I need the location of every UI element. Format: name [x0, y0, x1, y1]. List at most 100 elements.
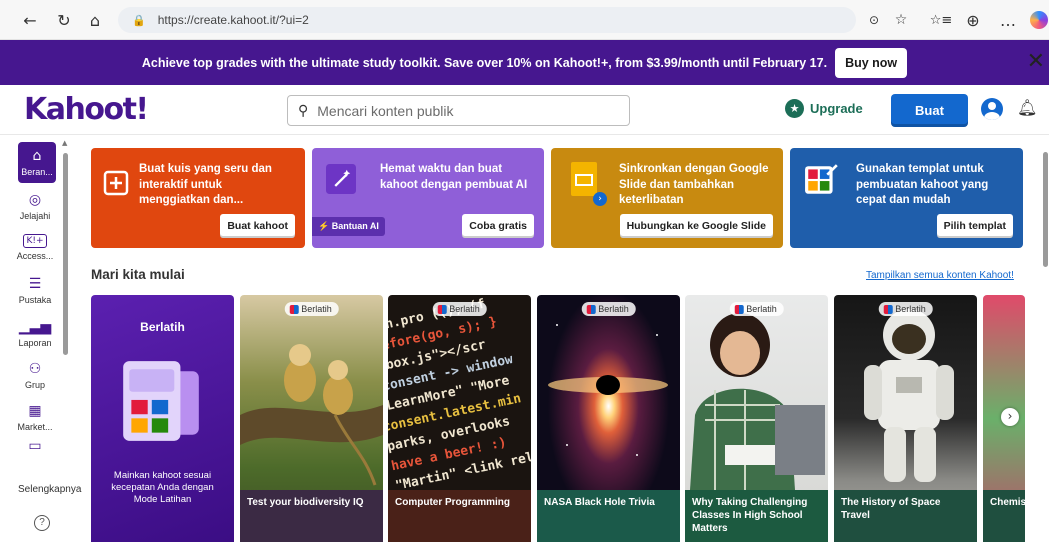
sidebar-item-label: Pustaka	[18, 295, 52, 305]
card-create-kahoot[interactable]: Buat kuis yang seru dan interaktif untuk…	[91, 148, 305, 248]
sidebar-item-marketplace[interactable]: ▦ Market...	[12, 403, 58, 432]
choose-template-button[interactable]: Pilih templat	[936, 214, 1013, 238]
bell-icon[interactable]: 🔔︎	[1017, 98, 1037, 117]
plus-square-icon	[103, 170, 129, 196]
card-text: Hemat waktu dan buat kahoot dengan pembu…	[380, 163, 528, 191]
copilot-icon[interactable]	[1030, 11, 1048, 29]
tile-computer-programming[interactable]: lion.pro ((); (f tBefore(go, s); } htbox…	[388, 295, 531, 542]
student-image	[690, 313, 825, 490]
tile-black-hole[interactable]: Berlatih NASA Black Hole Trivia	[537, 295, 680, 542]
scroll-up-icon[interactable]: ▲	[62, 139, 67, 147]
connect-google-slides-button[interactable]: Hubungkan ke Google Slide	[619, 214, 773, 238]
ai-badge-label: Bantuan AI	[331, 221, 379, 231]
download-icon[interactable]: ⊕	[962, 9, 984, 31]
practice-tag: Berlatih	[878, 302, 933, 316]
page-scrollbar[interactable]	[1043, 152, 1048, 267]
card-text: Sinkronkan dengan Google Slide dan tamba…	[619, 163, 769, 206]
avatar[interactable]	[981, 98, 1003, 120]
home-icon: ⌂	[32, 148, 42, 164]
card-ai-generator[interactable]: Hemat waktu dan buat kahoot dengan pembu…	[312, 148, 544, 248]
more-icon[interactable]: ⊙	[863, 9, 885, 31]
card-text: Buat kuis yang seru dan interaktif untuk…	[139, 163, 272, 206]
promo-banner: Achieve top grades with the ultimate stu…	[0, 40, 1049, 85]
code-image: lion.pro ((); (f tBefore(go, s); } htbox…	[388, 297, 531, 490]
kahoot-logo[interactable]: Kahoot!	[24, 92, 149, 127]
view-all-link[interactable]: Tampilkan semua konten Kahoot!	[866, 270, 1014, 281]
sidebar-item-access[interactable]: K!+ Access...	[12, 234, 58, 261]
home-icon[interactable]: ⌂	[84, 9, 106, 31]
sidebar-item-home[interactable]: ⌂ Beran...	[18, 142, 56, 183]
tile-challenging-classes[interactable]: Berlatih Why Taking Challenging Classes …	[685, 295, 828, 542]
tile-caption: Test your biodiversity IQ	[240, 490, 383, 542]
upgrade-label: Upgrade	[810, 101, 863, 116]
back-icon[interactable]: ←	[19, 9, 41, 31]
practice-text: Mainkan kahoot sesuai kecepatan Anda den…	[111, 470, 214, 505]
app-header: Kahoot! ⚲ Mencari konten publik ★ Upgrad…	[0, 85, 1049, 135]
compass-icon: ◎	[28, 192, 42, 208]
monkey-image	[240, 344, 383, 486]
sidebar-item-label: Beran...	[21, 167, 53, 177]
practice-tag: Berlatih	[432, 302, 487, 316]
star-icon: ★	[785, 99, 804, 118]
shop-icon: ▦	[28, 403, 42, 419]
card-templates[interactable]: Gunakan templat untuk pembuatan kahoot y…	[790, 148, 1023, 248]
tile-caption: The History of Space Travel	[834, 490, 977, 542]
sidebar-item-label: Jelajahi	[19, 211, 51, 221]
search-icon: ⚲	[298, 102, 309, 119]
group-icon: ⚇	[28, 361, 42, 377]
tile-biodiversity[interactable]: Berlatih Test your biodiversity IQ	[240, 295, 383, 542]
window-icon: ▭	[28, 438, 42, 454]
sidebar-item-groups[interactable]: ⚇ Grup	[12, 361, 58, 390]
upgrade-button[interactable]: ★ Upgrade	[785, 99, 863, 118]
tile-caption: Why Taking Challenging Classes In High S…	[685, 490, 828, 542]
refresh-icon[interactable]: ↻	[53, 9, 75, 31]
sidebar-item-extra[interactable]: ▭	[12, 438, 58, 457]
sidebar-item-label: Market...	[17, 422, 53, 432]
tile-caption: Chemis	[983, 490, 1025, 542]
tile-caption: NASA Black Hole Trivia	[537, 490, 680, 542]
template-icon	[805, 164, 838, 194]
favorite-icon[interactable]: ☆	[890, 9, 912, 31]
kahoot-plus-icon: K!+	[23, 234, 47, 248]
practice-tag: Berlatih	[581, 302, 636, 316]
address-bar[interactable]: 🔒 https://create.kahoot.it/?ui=2	[118, 7, 856, 33]
sidebar-item-label: Laporan	[18, 338, 52, 348]
browser-toolbar: ← ↻ ⌂ 🔒 https://create.kahoot.it/?ui=2 ⊙…	[0, 0, 1049, 40]
astronaut-image	[864, 309, 954, 482]
lock-icon: 🔒	[132, 13, 146, 27]
sidebar-item-library[interactable]: ☰ Pustaka	[12, 276, 58, 305]
link-badge-icon: ›	[593, 192, 607, 206]
sidebar-more[interactable]: Selengkapnya	[18, 484, 81, 495]
promo-text: Achieve top grades with the ultimate stu…	[141, 55, 828, 70]
tile-caption: Computer Programming	[388, 490, 531, 542]
buy-now-button[interactable]: Buy now	[835, 47, 908, 78]
help-icon[interactable]: ?	[34, 515, 50, 531]
search-input[interactable]: ⚲ Mencari konten publik	[287, 95, 630, 126]
create-button[interactable]: Buat	[891, 94, 968, 127]
practice-tag: Berlatih	[284, 302, 339, 316]
carousel-next-button[interactable]: ›	[1001, 408, 1019, 426]
sidebar-item-label: Grup	[24, 380, 45, 390]
google-slides-icon	[571, 162, 597, 196]
try-free-button[interactable]: Coba gratis	[462, 214, 534, 238]
menu-dots-icon[interactable]: …	[997, 9, 1019, 31]
sidebar-scrollbar[interactable]	[63, 153, 68, 355]
close-icon[interactable]: ✕	[1027, 49, 1045, 74]
practice-title: Berlatih	[140, 320, 185, 334]
practice-mode-tile[interactable]: Berlatih Mainkan kahoot sesuai kecepatan…	[91, 295, 234, 542]
sidebar-item-explore[interactable]: ◎ Jelajahi	[12, 192, 58, 221]
card-text: Gunakan templat untuk pembuatan kahoot y…	[856, 163, 989, 206]
sidebar-item-reports[interactable]: ▁▃▅ Laporan	[12, 319, 58, 348]
ai-badge: ⚡ Bantuan AI	[312, 217, 385, 236]
list-icon: ☰	[28, 276, 42, 292]
card-google-slides[interactable]: › Sinkronkan dengan Google Slide dan tam…	[551, 148, 783, 248]
url-text: https://create.kahoot.it/?ui=2	[157, 13, 309, 27]
search-placeholder: Mencari konten publik	[317, 102, 454, 119]
black-hole-image	[548, 324, 668, 456]
tile-space-travel[interactable]: Berlatih The History of Space Travel	[834, 295, 977, 542]
favorites-list-icon[interactable]: ☆≡	[930, 9, 953, 31]
create-kahoot-button[interactable]: Buat kahoot	[220, 214, 295, 238]
sidebar: ▲ ⌂ Beran... ◎ Jelajahi K!+ Access... ☰ …	[0, 135, 81, 542]
practice-illustration-icon	[123, 361, 199, 441]
sidebar-item-label: Access...	[16, 251, 54, 261]
